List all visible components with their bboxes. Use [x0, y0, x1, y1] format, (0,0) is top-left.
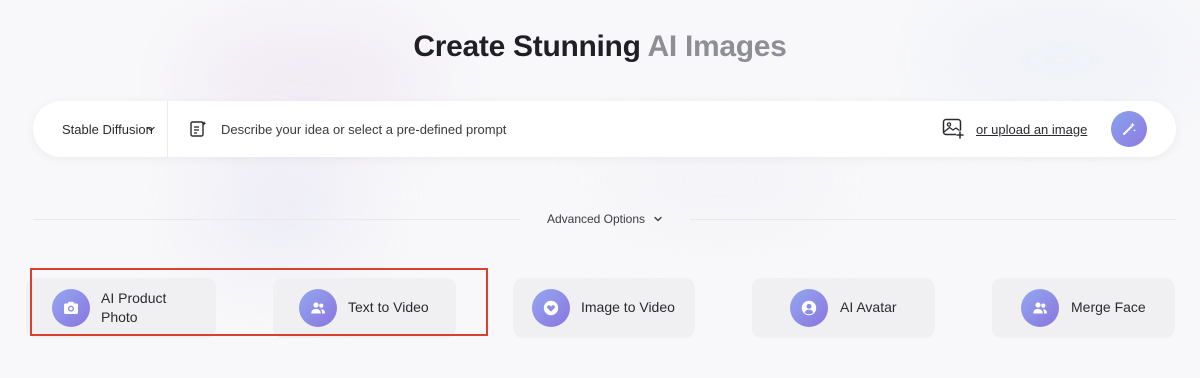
tool-card-merge-face[interactable]: Merge Face — [992, 278, 1175, 338]
prompt-list-icon[interactable] — [188, 119, 208, 139]
page-title-accent: AI Images — [647, 30, 787, 63]
tool-card-label: Image to Video — [581, 299, 675, 315]
magic-wand-icon — [1123, 122, 1136, 135]
camera-icon — [52, 289, 90, 327]
tool-card-ai-product-photo[interactable]: AI Product Photo — [26, 278, 216, 338]
tool-card-label: Merge Face — [1071, 299, 1146, 315]
prompt-bar: Stable Diffusion Describe your idea or s… — [33, 101, 1176, 157]
prompt-input[interactable]: Describe your idea or select a pre-defin… — [221, 101, 506, 157]
prompt-bar-divider — [167, 101, 168, 157]
advanced-options-toggle[interactable]: Advanced Options — [530, 210, 680, 228]
users-icon — [299, 289, 337, 327]
advanced-options-label: Advanced Options — [546, 212, 646, 226]
chevron-down-icon — [147, 126, 155, 132]
model-select[interactable]: Stable Diffusion — [33, 101, 168, 157]
heart-icon — [532, 289, 570, 327]
upload-image-link[interactable]: or upload an image — [976, 101, 1087, 157]
tool-card-ai-avatar[interactable]: AI Avatar — [752, 278, 935, 338]
users-icon — [1021, 289, 1059, 327]
section-divider — [33, 219, 520, 220]
tool-card-label: AI Product Photo — [101, 290, 167, 325]
page-title: Create Stunning AI Images — [0, 30, 1200, 64]
section-divider — [690, 219, 1176, 220]
page-title-main: Create Stunning — [413, 30, 641, 63]
user-icon — [790, 289, 828, 327]
chevron-down-icon — [654, 216, 662, 222]
background-glow — [200, 150, 360, 270]
tool-card-text-to-video[interactable]: Text to Video — [273, 278, 456, 338]
tool-card-label: AI Avatar — [840, 299, 897, 315]
tool-card-image-to-video[interactable]: Image to Video — [513, 278, 695, 338]
tool-card-label: Text to Video — [348, 299, 429, 315]
generate-button[interactable] — [1111, 111, 1147, 147]
model-select-label: Stable Diffusion — [62, 121, 153, 137]
image-add-icon[interactable] — [941, 116, 965, 140]
